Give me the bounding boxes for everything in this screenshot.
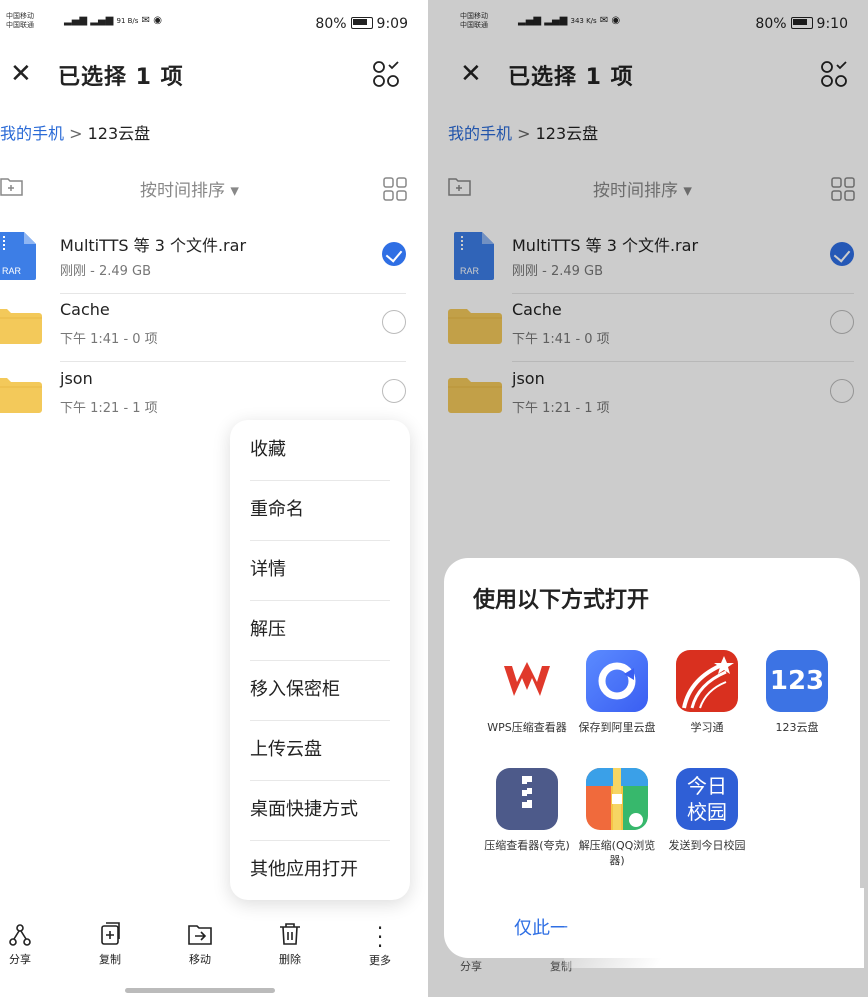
menu-item-favorite[interactable]: 收藏 xyxy=(250,420,390,481)
move-icon xyxy=(188,925,212,945)
more-icon: · · · xyxy=(376,916,384,958)
share-button[interactable]: 分享 xyxy=(0,920,50,967)
menu-item-details[interactable]: 详情 xyxy=(250,540,390,601)
share-label: 分享 xyxy=(9,953,31,966)
aliyun-icon xyxy=(586,650,648,712)
battery-icon xyxy=(350,17,373,29)
row-divider xyxy=(60,361,406,362)
app-label: 发送到今日校园 xyxy=(668,839,746,852)
file-meta: 下午 1:41 - 0 项 xyxy=(60,332,158,347)
move-button[interactable]: 移动 xyxy=(170,920,230,967)
app-label: WPS压缩查看器 xyxy=(487,721,567,734)
left-screen: 中国移动 中国联通 ▂▄▆ ▂▄▆ 91 B/s ✉ ◉ 80% 9:09 ✕ 已… xyxy=(0,0,428,997)
close-icon[interactable]: ✕ xyxy=(10,59,32,89)
app-label: 学习通 xyxy=(690,721,724,734)
app-label: 压缩查看器(夸克) xyxy=(484,839,570,852)
rar-type-label: RAR xyxy=(2,266,22,276)
bottom-action-bar: 分享 复制 移动 删除 · · · 更多 xyxy=(0,916,428,980)
wps-icon xyxy=(496,650,558,712)
folder-icon xyxy=(0,378,42,413)
trash-icon xyxy=(280,923,300,945)
app-label: 解压缩(QQ浏览器) xyxy=(578,839,656,867)
breadcrumb-separator: > xyxy=(69,124,83,143)
more-label: 更多 xyxy=(369,954,391,967)
file-row-cache[interactable]: Cache 下午 1:41 - 0 项 xyxy=(0,294,406,362)
app-label: 123云盘 xyxy=(775,721,819,734)
file-meta: 下午 1:21 - 1 项 xyxy=(60,401,158,416)
net-speed: 91 B/s xyxy=(116,17,139,25)
breadcrumb: 我的手机 > 123云盘 xyxy=(0,120,150,144)
app-xuexitong[interactable]: 学习通 xyxy=(662,650,752,735)
app-label: 保存到阿里云盘 xyxy=(578,721,656,734)
copy-label: 复制 xyxy=(99,953,121,966)
open-with-sheet: 使用以下方式打开 WPS压缩查看器 保存到阿里云盘 学习通 123 123云盘 xyxy=(444,558,864,968)
menu-item-extract[interactable]: 解压 xyxy=(250,600,390,661)
copy-button[interactable]: 复制 xyxy=(80,920,140,967)
sort-dropdown[interactable]: 按时间排序 ▾ xyxy=(140,176,239,201)
menu-item-upload-cloud[interactable]: 上传云盘 xyxy=(250,720,390,781)
carrier-2: 中国联通 xyxy=(6,21,34,29)
row-checkbox-checked[interactable] xyxy=(382,242,406,266)
app-qq-unzip[interactable]: 解压缩(QQ浏览器) xyxy=(572,768,662,868)
home-indicator[interactable] xyxy=(125,988,275,993)
carrier-info: 中国移动 中国联通 xyxy=(6,12,34,30)
file-row-rar[interactable]: RAR MultiTTS 等 3 个文件.rar 刚刚 - 2.49 GB xyxy=(0,226,406,294)
breadcrumb-current: 123云盘 xyxy=(87,124,151,143)
status-bar: 中国移动 中国联通 ▂▄▆ ▂▄▆ 91 B/s ✉ ◉ 80% 9:09 xyxy=(6,12,408,42)
breadcrumb-root[interactable]: 我的手机 xyxy=(0,124,64,143)
app-quark-zip[interactable]: 压缩查看器(夸克) xyxy=(482,768,572,853)
move-label: 移动 xyxy=(189,953,211,966)
file-name: json xyxy=(60,369,93,388)
quark-zip-icon xyxy=(496,768,558,830)
just-once-button[interactable]: 仅此一 xyxy=(514,914,568,940)
file-meta: 刚刚 - 2.49 GB xyxy=(60,264,152,279)
grid-view-icon[interactable] xyxy=(382,176,408,202)
123pan-icon: 123 xyxy=(766,650,828,712)
folder-icon xyxy=(0,309,42,344)
row-checkbox[interactable] xyxy=(382,379,406,403)
clock: 9:09 xyxy=(376,16,408,32)
list-toolbar: 按时间排序 ▾ xyxy=(0,172,408,206)
menu-item-desktop-shortcut[interactable]: 桌面快捷方式 xyxy=(250,780,390,841)
menu-item-rename[interactable]: 重命名 xyxy=(250,480,390,541)
file-name: MultiTTS 等 3 个文件.rar xyxy=(60,236,247,255)
page-title: 已选择 1 项 xyxy=(58,65,184,90)
rar-file-icon: RAR xyxy=(0,232,36,280)
file-name: Cache xyxy=(60,300,110,319)
jinri-icon: 今日校园 xyxy=(676,768,738,830)
menu-item-move-to-safe[interactable]: 移入保密柜 xyxy=(250,660,390,721)
row-checkbox[interactable] xyxy=(382,310,406,334)
selection-header: ✕ 已选择 1 项 xyxy=(0,55,428,95)
app-aliyun[interactable]: 保存到阿里云盘 xyxy=(572,650,662,735)
sheet-title: 使用以下方式打开 xyxy=(473,588,650,613)
xuexitong-icon xyxy=(676,650,738,712)
delete-label: 删除 xyxy=(279,953,301,966)
new-folder-icon[interactable] xyxy=(0,176,24,196)
select-all-icon[interactable] xyxy=(372,59,400,89)
qq-unzip-icon xyxy=(586,768,648,830)
copy-icon xyxy=(101,922,120,945)
share-icon xyxy=(9,924,31,946)
app-wps[interactable]: WPS压缩查看器 xyxy=(482,650,572,735)
more-button[interactable]: · · · 更多 xyxy=(350,916,410,968)
menu-item-open-with[interactable]: 其他应用打开 xyxy=(250,840,390,900)
carrier-1: 中国移动 xyxy=(6,12,34,20)
delete-button[interactable]: 删除 xyxy=(260,920,320,967)
status-right: 80% 9:09 xyxy=(315,16,408,32)
battery-percent: 80% xyxy=(315,16,347,32)
right-screen: 中国移动 中国联通 ▂▄▆ ▂▄▆ 343 K/s ✉ ◉ 80% 9:10 ✕ … xyxy=(428,0,868,997)
app-123pan[interactable]: 123 123云盘 xyxy=(752,650,842,735)
signal-icon: ▂▄▆ ▂▄▆ 91 B/s ✉ ◉ xyxy=(64,15,162,26)
app-jinri[interactable]: 今日校园 发送到今日校园 xyxy=(662,768,752,853)
more-menu: 收藏 重命名 详情 解压 移入保密柜 上传云盘 桌面快捷方式 其他应用打开 xyxy=(230,420,410,900)
sheet-fade-overlay xyxy=(564,888,864,968)
